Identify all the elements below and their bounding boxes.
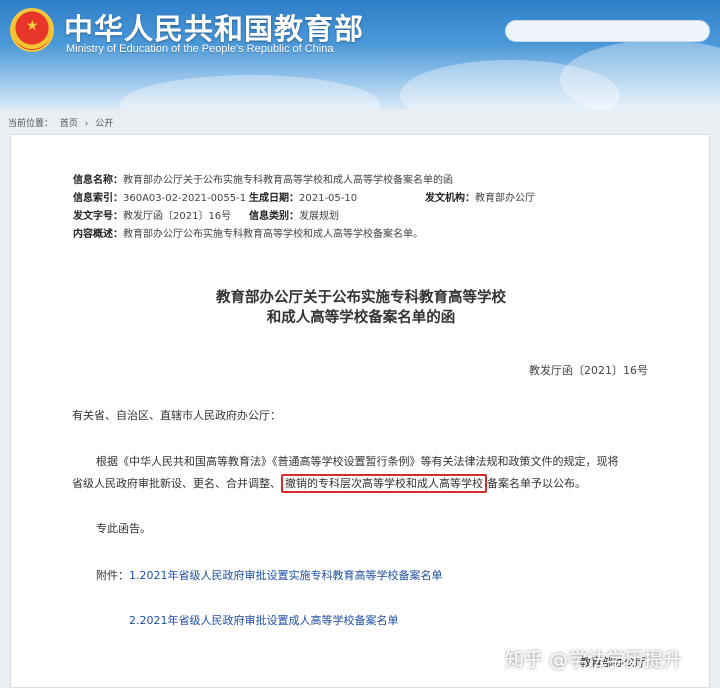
meta-category: 信息类别：发展规划 — [249, 212, 339, 222]
search-input[interactable] — [505, 20, 710, 42]
breadcrumb-home-link[interactable]: 首页 — [60, 119, 78, 129]
document-number: 教发厅函〔2021〕16号 — [529, 364, 648, 377]
body-line-2: 省级人民政府审批新设、更名、合并调整、 撤销的专科层次高等学校和成人高等学校 备案名… — [72, 474, 586, 493]
meta-summary: 内容概述：教育部办公厅公布实施专科教育高等学校和成人高等学校备案名单。 — [73, 230, 423, 240]
meta-value: 发展规划 — [299, 211, 339, 222]
breadcrumb-separator: › — [84, 119, 89, 129]
salutation: 有关省、自治区、直辖市人民政府办公厅： — [72, 409, 281, 422]
closing-text: 专此函告。 — [96, 522, 151, 535]
document-title-line-1: 教育部办公厅关于公布实施专科教育高等学校 — [216, 290, 506, 306]
meta-key: 发文机构： — [425, 193, 475, 204]
meta-info-name: 信息名称：教育部办公厅关于公布实施专科教育高等学校和成人高等学校备案名单的函 — [73, 176, 453, 186]
meta-value: 2021-05-10 — [299, 193, 358, 204]
national-emblem-icon[interactable]: ★ — [10, 8, 54, 52]
breadcrumb-public-link[interactable]: 公开 — [95, 119, 113, 129]
meta-value: 360A03-02-2021-0055-1 — [123, 193, 247, 204]
body-line-1: 根据《中华人民共和国高等教育法》《普通高等学校设置暂行条例》等有关法律法规和政策… — [96, 455, 619, 468]
site-subtitle: Ministry of Education of the People's Re… — [66, 43, 334, 55]
body-text: 备案名单予以公布。 — [487, 477, 586, 490]
meta-key: 信息类别： — [249, 211, 299, 222]
meta-value: 教育部办公厅公布实施专科教育高等学校和成人高等学校备案名单。 — [123, 229, 423, 240]
attachment-link-1[interactable]: 1.2021年省级人民政府审批设置实施专科教育高等学校备案名单 — [129, 567, 443, 583]
meta-generated-date: 生成日期：2021-05-10 — [249, 194, 357, 204]
body-text: 省级人民政府审批新设、更名、合并调整、 — [72, 477, 281, 490]
meta-value: 教育部办公厅关于公布实施专科教育高等学校和成人高等学校备案名单的函 — [123, 175, 453, 186]
attachment-link-2[interactable]: 2.2021年省级人民政府审批设置成人高等学校备案名单 — [129, 612, 399, 628]
meta-value: 教育部办公厅 — [475, 193, 535, 204]
meta-key: 信息索引： — [73, 193, 123, 204]
meta-key: 生成日期： — [249, 193, 299, 204]
header-cloud-decoration — [560, 40, 720, 110]
breadcrumb: 当前位置： 首页 › 公开 — [8, 116, 117, 129]
meta-doc-number: 发文字号：教发厅函〔2021〕16号 — [73, 212, 231, 222]
watermark-text: 知乎 @学法学历提升 — [505, 649, 683, 671]
star-icon: ★ — [26, 18, 39, 34]
header-cloud-decoration — [120, 75, 380, 110]
meta-key: 信息名称： — [73, 175, 123, 186]
meta-value: 教发厅函〔2021〕16号 — [123, 211, 232, 222]
meta-key: 发文字号： — [73, 211, 123, 222]
document-title-line-2: 和成人高等学校备案名单的函 — [266, 310, 456, 326]
attachment-label: 附件： — [96, 569, 129, 582]
highlighted-text: 撤销的专科层次高等学校和成人高等学校 — [281, 474, 487, 493]
breadcrumb-label: 当前位置： — [8, 119, 54, 129]
meta-issuer: 发文机构：教育部办公厅 — [425, 194, 535, 204]
site-header: ★ 中华人民共和国教育部 Ministry of Education of th… — [0, 0, 720, 110]
document-panel: 信息名称：教育部办公厅关于公布实施专科教育高等学校和成人高等学校备案名单的函 信… — [10, 134, 710, 688]
site-title[interactable]: 中华人民共和国教育部 — [64, 6, 364, 48]
meta-info-index: 信息索引：360A03-02-2021-0055-1 — [73, 194, 246, 204]
meta-key: 内容概述： — [73, 229, 123, 240]
